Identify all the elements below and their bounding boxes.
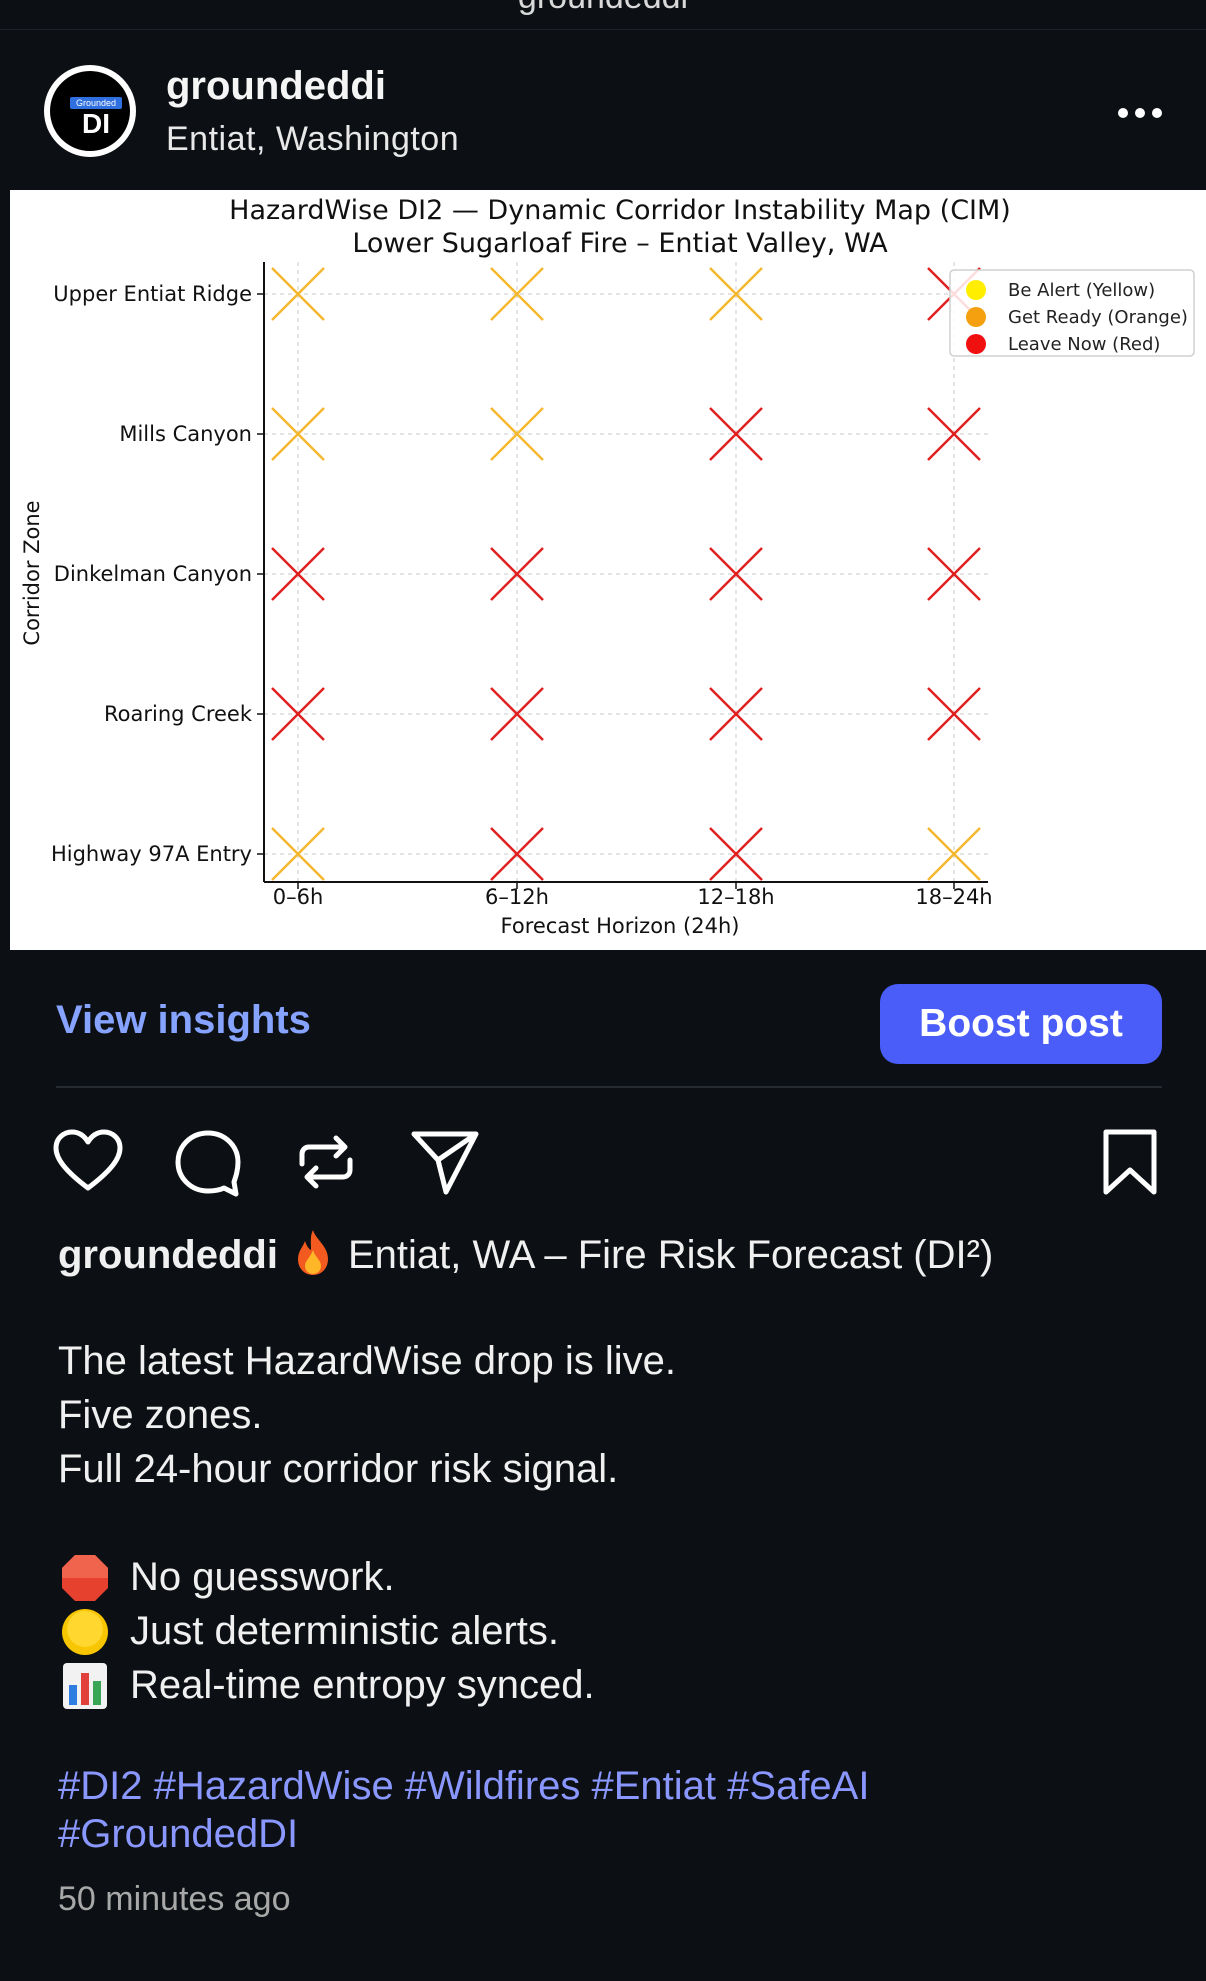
caption-line: Full 24-hour corridor risk signal. xyxy=(58,1447,619,1491)
hashtag-line[interactable]: #DI2 #HazardWise #Wildfires #Entiat #Saf… xyxy=(58,1762,1178,1810)
comment-icon[interactable] xyxy=(170,1124,246,1200)
repost-icon[interactable] xyxy=(288,1124,364,1200)
share-icon[interactable] xyxy=(406,1124,482,1200)
avatar-initials: DI xyxy=(82,108,110,139)
caption-emoji-line-text: No guesswork. xyxy=(130,1555,395,1599)
chart-image[interactable]: HazardWise DI2 — Dynamic Corridor Instab… xyxy=(10,190,1206,950)
avatar[interactable]: Grounded DI xyxy=(44,65,136,157)
post-actions xyxy=(0,1124,1206,1204)
x-tick-label: 6–12h xyxy=(485,885,549,909)
boost-post-button[interactable]: Boost post xyxy=(880,984,1162,1064)
x-tick-label: 0–6h xyxy=(273,885,324,909)
caption-line: The latest HazardWise drop is live. xyxy=(58,1339,677,1383)
y-axis-label: Corridor Zone xyxy=(20,500,44,645)
chart-subtitle: Lower Sugarloaf Fire – Entiat Valley, WA xyxy=(352,228,888,259)
y-tick-label: Mills Canyon xyxy=(119,422,252,446)
cim-chart: HazardWise DI2 — Dynamic Corridor Instab… xyxy=(20,195,1195,938)
divider xyxy=(56,1086,1162,1088)
legend-label: Leave Now (Red) xyxy=(1008,334,1160,355)
insights-row: View insights Boost post xyxy=(0,952,1206,1086)
yellow-circle-icon xyxy=(62,1609,108,1655)
view-insights-link[interactable]: View insights xyxy=(56,998,311,1043)
legend-label: Get Ready (Orange) xyxy=(1008,307,1188,328)
x-axis-label: Forecast Horizon (24h) xyxy=(501,914,740,938)
page-title-partial: groundeddi xyxy=(0,0,1206,17)
top-title-strip: groundeddi xyxy=(0,0,1206,30)
bookmark-icon[interactable] xyxy=(1092,1124,1168,1200)
chart-ticks: 0–6h 6–12h 12–18h 18–24h Upper Entiat Ridge M… xyxy=(51,282,993,909)
caption-headline-row: groundeddi Entiat, WA – Fire Risk Forecas… xyxy=(58,1228,1178,1278)
y-tick-label: Highway 97A Entry xyxy=(51,842,252,866)
x-tick-label: 12–18h xyxy=(697,885,774,909)
stop-sign-icon xyxy=(62,1555,108,1601)
legend-label: Be Alert (Yellow) xyxy=(1008,280,1155,301)
chart-legend: Be Alert (Yellow) Get Ready (Orange) Leave… xyxy=(949,269,1195,357)
y-tick-label: Roaring Creek xyxy=(104,702,253,726)
post-header: Grounded DI groundeddi Entiat, Washingto… xyxy=(0,30,1206,188)
chart-grid xyxy=(264,262,988,882)
y-tick-label: Dinkelman Canyon xyxy=(54,562,252,586)
caption-emoji-line-text: Real-time entropy synced. xyxy=(130,1663,595,1707)
hashtag-line[interactable]: #GroundedDI xyxy=(58,1810,1178,1858)
more-options-icon[interactable] xyxy=(1110,98,1170,128)
x-tick-label: 18–24h xyxy=(915,885,992,909)
legend-swatch xyxy=(966,307,986,327)
chart-title: HazardWise DI2 — Dynamic Corridor Instab… xyxy=(229,195,1011,226)
fire-icon xyxy=(297,1230,328,1275)
post-timestamp: 50 minutes ago xyxy=(58,1880,291,1918)
caption-emoji-lines: No guesswork. Just deterministic alerts.… xyxy=(58,1550,1178,1712)
heart-icon[interactable] xyxy=(50,1124,126,1200)
legend-swatch xyxy=(966,334,986,354)
caption-emoji-line: Just deterministic alerts. xyxy=(58,1604,1178,1658)
post-username[interactable]: groundeddi xyxy=(166,64,386,109)
post-location[interactable]: Entiat, Washington xyxy=(166,120,459,159)
avatar-logo: Grounded DI xyxy=(50,71,130,151)
legend-swatch xyxy=(966,280,986,300)
caption-emoji-line: No guesswork. xyxy=(58,1550,1178,1604)
y-tick-label: Upper Entiat Ridge xyxy=(53,282,252,306)
caption-emoji-line: Real-time entropy synced. xyxy=(58,1658,1178,1712)
caption-emoji-line-text: Just deterministic alerts. xyxy=(130,1609,560,1653)
caption-username[interactable]: groundeddi xyxy=(58,1233,278,1277)
caption-body: The latest HazardWise drop is live. Five… xyxy=(58,1334,1178,1496)
bar-chart-icon xyxy=(63,1663,107,1709)
caption-hashtags[interactable]: #DI2 #HazardWise #Wildfires #Entiat #Saf… xyxy=(58,1762,1178,1858)
caption-headline: Entiat, WA – Fire Risk Forecast (DI²) xyxy=(347,1233,994,1277)
caption-line: Five zones. xyxy=(58,1393,263,1437)
